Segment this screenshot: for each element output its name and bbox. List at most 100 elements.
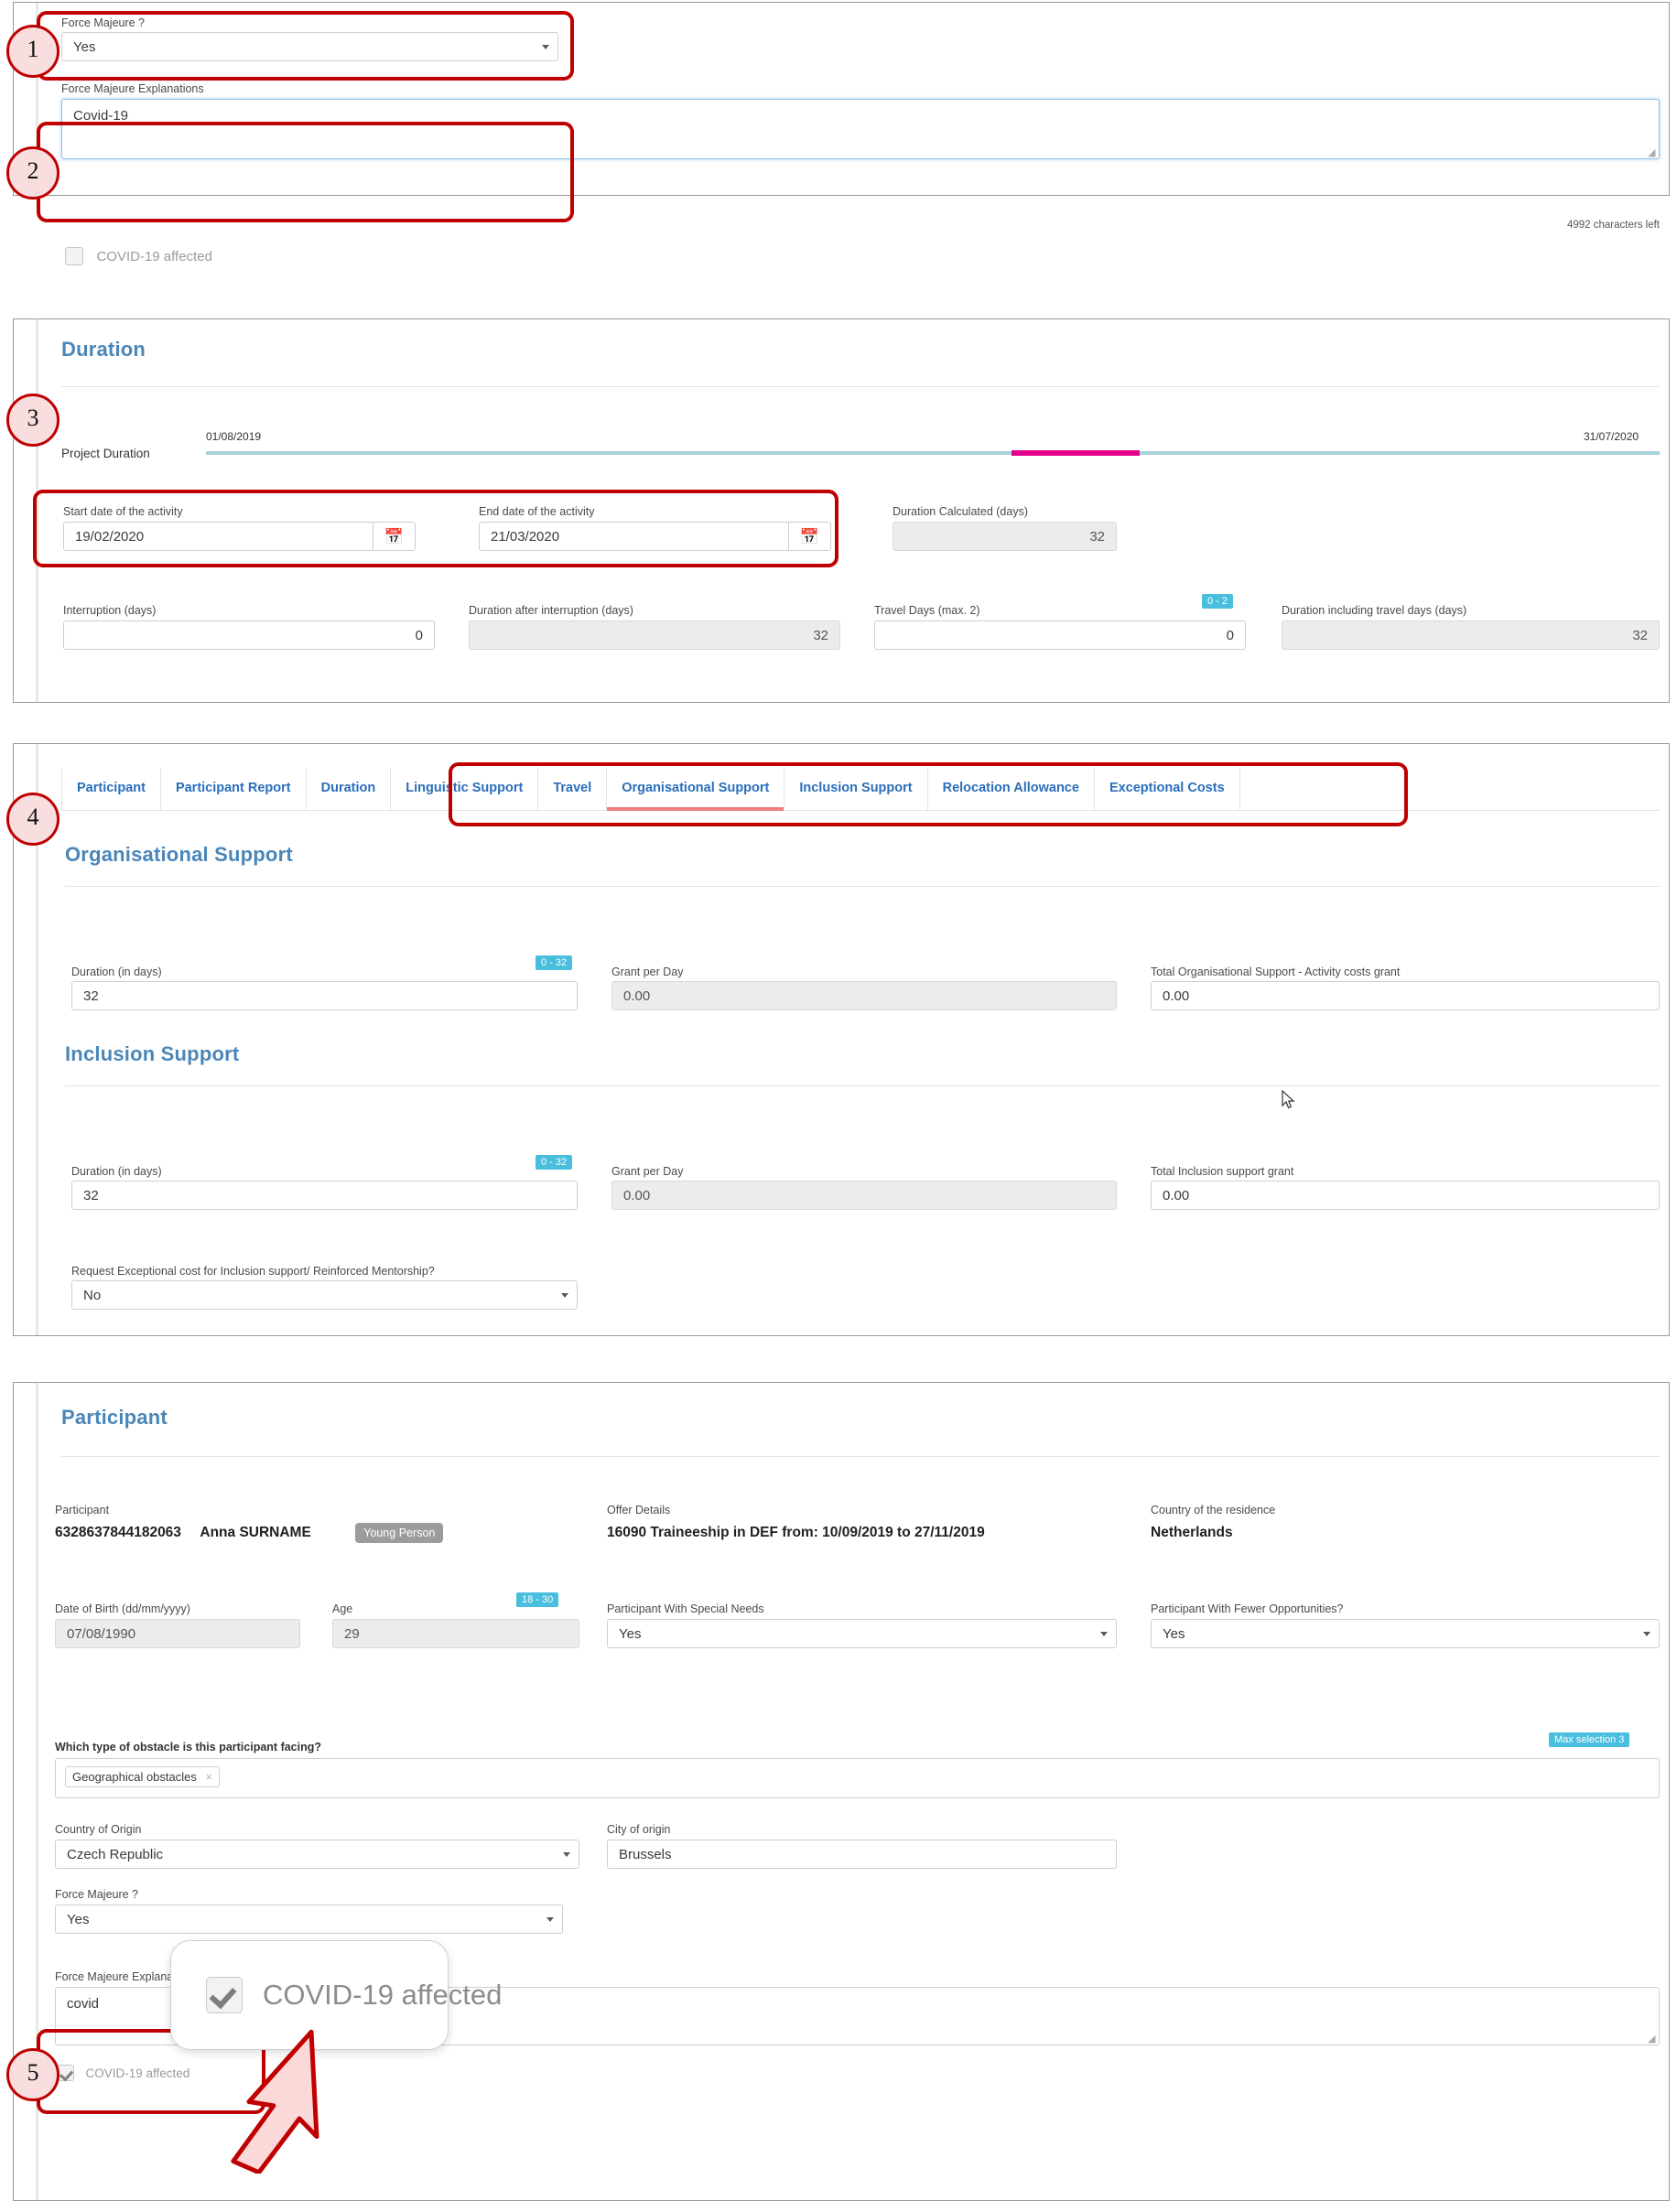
close-icon[interactable]: × xyxy=(205,1770,212,1784)
start-date-calendar-button[interactable]: 📅 xyxy=(373,522,416,551)
duration-incl-travel-input: 32 xyxy=(1282,620,1660,650)
special-needs-select[interactable]: Yes xyxy=(607,1619,1117,1648)
fewer-opportunities-label: Participant With Fewer Opportunities? xyxy=(1151,1602,1344,1615)
tab-organisational-support[interactable]: Organisational Support xyxy=(607,768,785,811)
age-input: 29 xyxy=(332,1619,579,1648)
participant-name: Anna SURNAME xyxy=(200,1525,311,1541)
country-origin-select[interactable]: Czech Republic xyxy=(55,1840,579,1869)
interruption-value: 0 xyxy=(415,628,423,643)
org-grant-per-day-value: 0.00 xyxy=(623,988,651,1004)
inclusion-support-title: Inclusion Support xyxy=(65,1042,240,1065)
participant-explanations-value: covid xyxy=(67,1996,100,2012)
end-date-value: 21/03/2020 xyxy=(491,529,560,545)
screenshot-root: Force Majeure ? Yes Force Majeure Explan… xyxy=(0,0,1677,2212)
tab-label: Exceptional Costs xyxy=(1109,781,1225,795)
participant-id: 6328637844182063 xyxy=(55,1525,181,1541)
inc-total-input[interactable]: 0.00 xyxy=(1151,1181,1660,1210)
org-duration-range-badge: 0 - 32 xyxy=(536,955,573,970)
inc-duration-range-badge: 0 - 32 xyxy=(536,1155,573,1170)
tab-duration[interactable]: Duration xyxy=(306,768,392,810)
annotation-arrow xyxy=(231,2029,319,2174)
obstacle-chip[interactable]: Geographical obstacles × xyxy=(65,1766,221,1787)
interruption-input[interactable]: 0 xyxy=(63,620,435,650)
duration-calculated-input: 32 xyxy=(893,522,1117,551)
annotation-marker-3: 3 xyxy=(6,394,60,447)
tab-inclusion-support[interactable]: Inclusion Support xyxy=(784,768,928,810)
org-duration-input[interactable]: 32 xyxy=(71,981,578,1010)
participant-label: Participant xyxy=(55,1504,110,1516)
participant-force-majeure-select[interactable]: Yes xyxy=(55,1904,563,1934)
interruption-label: Interruption (days) xyxy=(63,604,157,617)
start-date-label: Start date of the activity xyxy=(63,505,183,518)
city-origin-input[interactable]: Brussels xyxy=(607,1840,1117,1869)
duration-calculated-value: 32 xyxy=(1089,529,1105,545)
inc-duration-input[interactable]: 32 xyxy=(71,1181,578,1210)
chevron-down-icon xyxy=(546,1917,554,1922)
end-date-input[interactable]: 21/03/2020 xyxy=(479,522,789,551)
tab-label: Linguistic Support xyxy=(406,781,524,795)
organisational-support-title: Organisational Support xyxy=(65,843,293,866)
force-majeure-explanations-textarea[interactable]: Covid-19 ◢ xyxy=(61,99,1660,159)
org-grant-per-day-input: 0.00 xyxy=(611,981,1117,1010)
country-residence-label: Country of the residence xyxy=(1151,1504,1276,1516)
chevron-down-icon xyxy=(1100,1632,1108,1636)
chevron-down-icon xyxy=(542,45,549,49)
inc-grant-per-day-value: 0.00 xyxy=(623,1188,651,1203)
start-date-value: 19/02/2020 xyxy=(75,529,145,545)
participant-covid-checkbox-row[interactable]: COVID-19 affected xyxy=(58,2065,189,2081)
start-date-field[interactable]: 19/02/2020 📅 xyxy=(63,522,416,551)
covid-affected-checkbox-row[interactable]: COVID-19 affected xyxy=(65,247,212,265)
obstacle-chip-label: Geographical obstacles xyxy=(72,1770,197,1784)
participant-covid-affected-checkbox[interactable] xyxy=(58,2065,74,2081)
tab-participant-report[interactable]: Participant Report xyxy=(160,768,307,810)
inc-duration-label: Duration (in days) xyxy=(71,1165,162,1178)
org-total-input[interactable]: 0.00 xyxy=(1151,981,1660,1010)
end-date-field[interactable]: 21/03/2020 📅 xyxy=(479,522,831,551)
participant-force-majeure-value: Yes xyxy=(67,1912,90,1927)
duration-after-interruption-input: 32 xyxy=(469,620,840,650)
duration-after-interruption-label: Duration after interruption (days) xyxy=(469,604,633,617)
tab-participant[interactable]: Participant xyxy=(61,768,161,810)
resize-grip-icon[interactable]: ◢ xyxy=(1648,2034,1657,2045)
inc-total-label: Total Inclusion support grant xyxy=(1151,1165,1294,1178)
country-origin-label: Country of Origin xyxy=(55,1823,142,1836)
participant-type-badge: Young Person xyxy=(355,1523,444,1543)
obstacle-label: Which type of obstacle is this participa… xyxy=(55,1741,322,1753)
resize-grip-icon[interactable]: ◢ xyxy=(1648,148,1657,158)
participant-covid-affected-label: COVID-19 affected xyxy=(85,2066,190,2080)
fewer-opportunities-select[interactable]: Yes xyxy=(1151,1619,1660,1648)
start-date-input[interactable]: 19/02/2020 xyxy=(63,522,373,551)
end-date-calendar-button[interactable]: 📅 xyxy=(789,522,831,551)
inc-grant-per-day-input: 0.00 xyxy=(611,1181,1117,1210)
duration-divider xyxy=(61,386,1660,387)
travel-days-range-badge: 0 - 2 xyxy=(1202,594,1234,609)
annotation-marker-2: 2 xyxy=(6,146,60,200)
duration-incl-travel-value: 32 xyxy=(1632,628,1648,643)
inc-request-exceptional-select[interactable]: No xyxy=(71,1280,578,1310)
project-duration-label: Project Duration xyxy=(61,447,150,460)
obstacle-multiselect[interactable]: Geographical obstacles × xyxy=(55,1758,1660,1798)
covid-affected-checkbox[interactable] xyxy=(65,247,83,265)
age-value: 29 xyxy=(344,1626,360,1642)
org-duration-value: 32 xyxy=(83,988,99,1004)
inc-grant-per-day-label: Grant per Day xyxy=(611,1165,684,1178)
activity-period-segment xyxy=(1012,450,1140,456)
duration-after-interruption-value: 32 xyxy=(813,628,828,643)
force-majeure-explanations-value: Covid-19 xyxy=(73,108,129,124)
inc-total-value: 0.00 xyxy=(1163,1188,1190,1203)
annotation-marker-4: 4 xyxy=(6,793,60,846)
tab-label: Duration xyxy=(320,781,376,795)
tab-label: Relocation Allowance xyxy=(942,781,1079,795)
annotation-marker-1: 1 xyxy=(6,25,60,78)
special-needs-label: Participant With Special Needs xyxy=(607,1602,764,1615)
participant-section-title: Participant xyxy=(61,1406,168,1429)
tab-label: Travel xyxy=(553,781,592,795)
tab-linguistic-support[interactable]: Linguistic Support xyxy=(391,768,539,810)
support-tab-bar[interactable]: Participant Participant Report Duration … xyxy=(61,768,1660,811)
tab-relocation-allowance[interactable]: Relocation Allowance xyxy=(927,768,1095,810)
tab-travel[interactable]: Travel xyxy=(538,768,608,810)
force-majeure-select[interactable]: Yes xyxy=(61,32,558,61)
travel-days-input[interactable]: 0 xyxy=(874,620,1246,650)
special-needs-value: Yes xyxy=(619,1626,642,1642)
tab-exceptional-costs[interactable]: Exceptional Costs xyxy=(1094,768,1240,810)
